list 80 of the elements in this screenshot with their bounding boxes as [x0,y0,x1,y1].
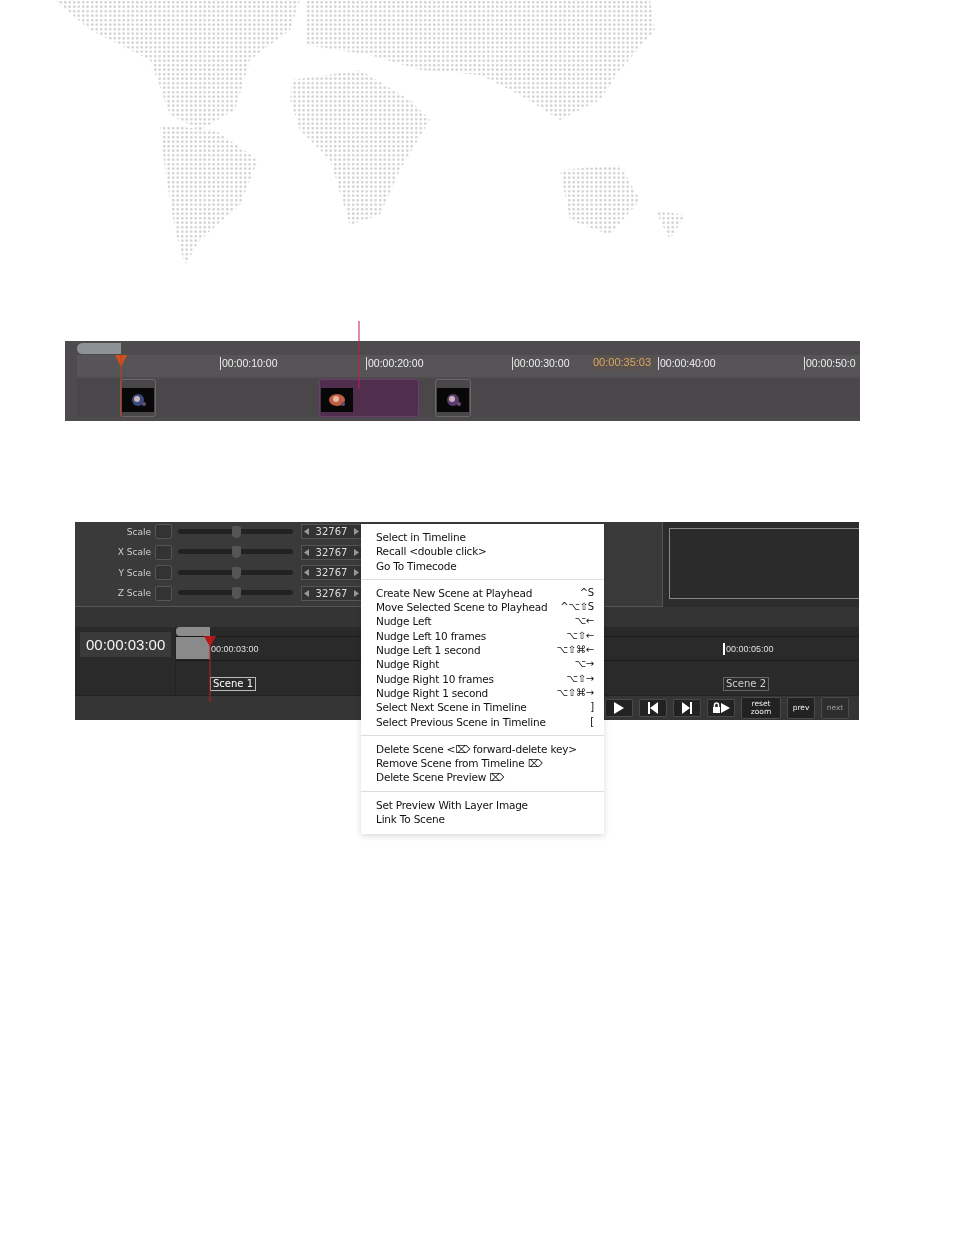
scene-clip[interactable] [319,379,419,417]
shortcut-label: ] [590,700,594,715]
shortcut-label: ^S [579,585,594,600]
playhead-marker[interactable] [115,355,127,417]
shortcut-label: ⌥→ [574,657,594,672]
play-button[interactable] [605,699,633,717]
number-stepper[interactable]: 32767 [301,524,362,540]
checkbox[interactable] [155,565,172,581]
checkbox[interactable] [155,524,172,540]
arrow-right-icon[interactable] [354,548,359,556]
slider[interactable] [178,546,293,559]
playhead-time: 00:00:35:03 [591,355,654,370]
menu-item[interactable]: Remove Scene from Timeline ⌦ [376,756,604,771]
shortcut-label: ⌥⇧→ [566,671,594,686]
menu-item-label: Nudge Left [376,614,432,629]
arrow-right-icon[interactable] [354,569,359,577]
menu-item[interactable]: Recall <double click> [376,544,604,559]
menu-item-label: Nudge Right 10 frames [376,671,494,686]
arrow-right-icon[interactable] [354,528,359,536]
slider[interactable] [178,587,293,600]
scene-clip[interactable] [435,379,471,417]
slider[interactable] [178,525,293,538]
menu-item[interactable]: Delete Scene <⌦ forward-delete key> [376,741,604,757]
slider[interactable] [178,566,293,579]
time-label: 00:00:40:00 [658,357,716,370]
scrollbar-thumb[interactable] [176,627,210,636]
arrow-left-icon[interactable] [304,548,309,556]
time-label: 00:00:10:00 [220,357,278,370]
arrow-left-icon[interactable] [304,589,309,597]
timecode-display: 00:00:03:00 [80,632,172,657]
slider-thumb[interactable] [231,587,241,600]
arrow-left-icon[interactable] [304,569,309,577]
property-label: Y Scale [117,567,152,578]
menu-item-label: Nudge Left 1 second [376,643,481,658]
checkbox[interactable] [155,544,172,560]
scene-marker[interactable]: Scene 2 [723,677,770,691]
menu-item-label: Create New Scene at Playhead [376,585,533,601]
scene-clip[interactable] [120,379,156,417]
time-label: 00:00:50:0 [804,357,856,370]
number-stepper[interactable]: 32767 [301,585,362,601]
scrollbar-thumb[interactable] [77,343,121,354]
skip-forward-button[interactable] [673,699,701,717]
menu-item[interactable]: Select in Timeline [376,530,604,545]
leader-line [358,321,360,389]
menu-item-label: Nudge Left 10 frames [376,628,487,644]
shortcut-label: ⌥⇧⌘← [556,643,594,658]
slider-thumb[interactable] [231,566,241,579]
shortcut-label: ^⌥⇧S [560,600,594,615]
played-range [176,637,210,659]
skip-back-button[interactable] [639,699,667,717]
menu-item-label: Nudge Right [376,657,440,672]
menu-item[interactable]: Set Preview With Layer Image [376,797,604,813]
menu-item[interactable]: Link To Scene [376,812,604,827]
menu-item-label: Move Selected Scene to Playhead [376,600,548,615]
time-label: 00:00:20:00 [366,357,424,370]
lock-play-button[interactable] [707,699,735,717]
arrow-right-icon[interactable] [354,589,359,597]
property-label: Z Scale [116,588,152,599]
checkbox[interactable] [155,585,172,601]
time-label: 00:00:30:00 [512,357,570,370]
menu-item[interactable]: Delete Scene Preview ⌦ [376,770,604,785]
lock-play-icon [712,700,730,716]
time-label: 00:00:05:00 [723,643,774,655]
time-label: 00:00:03:00 [210,643,259,655]
number-stepper[interactable]: 32767 [301,544,362,560]
arrow-left-icon[interactable] [304,528,309,536]
property-label: X Scale [116,547,152,558]
menu-item-label: Select Previous Scene in Timeline [376,714,546,729]
shortcut-label: ⌥⇧← [566,628,594,643]
slider-thumb[interactable] [231,546,241,559]
shortcut-label: [ [590,714,594,729]
menu-item-label: Nudge Right 1 second [376,685,489,701]
number-stepper[interactable]: 32767 [301,565,362,581]
shortcut-label: ⌥← [574,614,594,629]
menu-item[interactable]: Go To Timecode [376,558,604,573]
shortcut-label: ⌥⇧⌘→ [556,685,594,700]
scene-marker[interactable]: Scene 1 [210,677,257,691]
property-label: Scale [125,526,152,537]
slider-thumb[interactable] [231,525,241,538]
menu-item-label: Select Next Scene in Timeline [376,700,527,715]
